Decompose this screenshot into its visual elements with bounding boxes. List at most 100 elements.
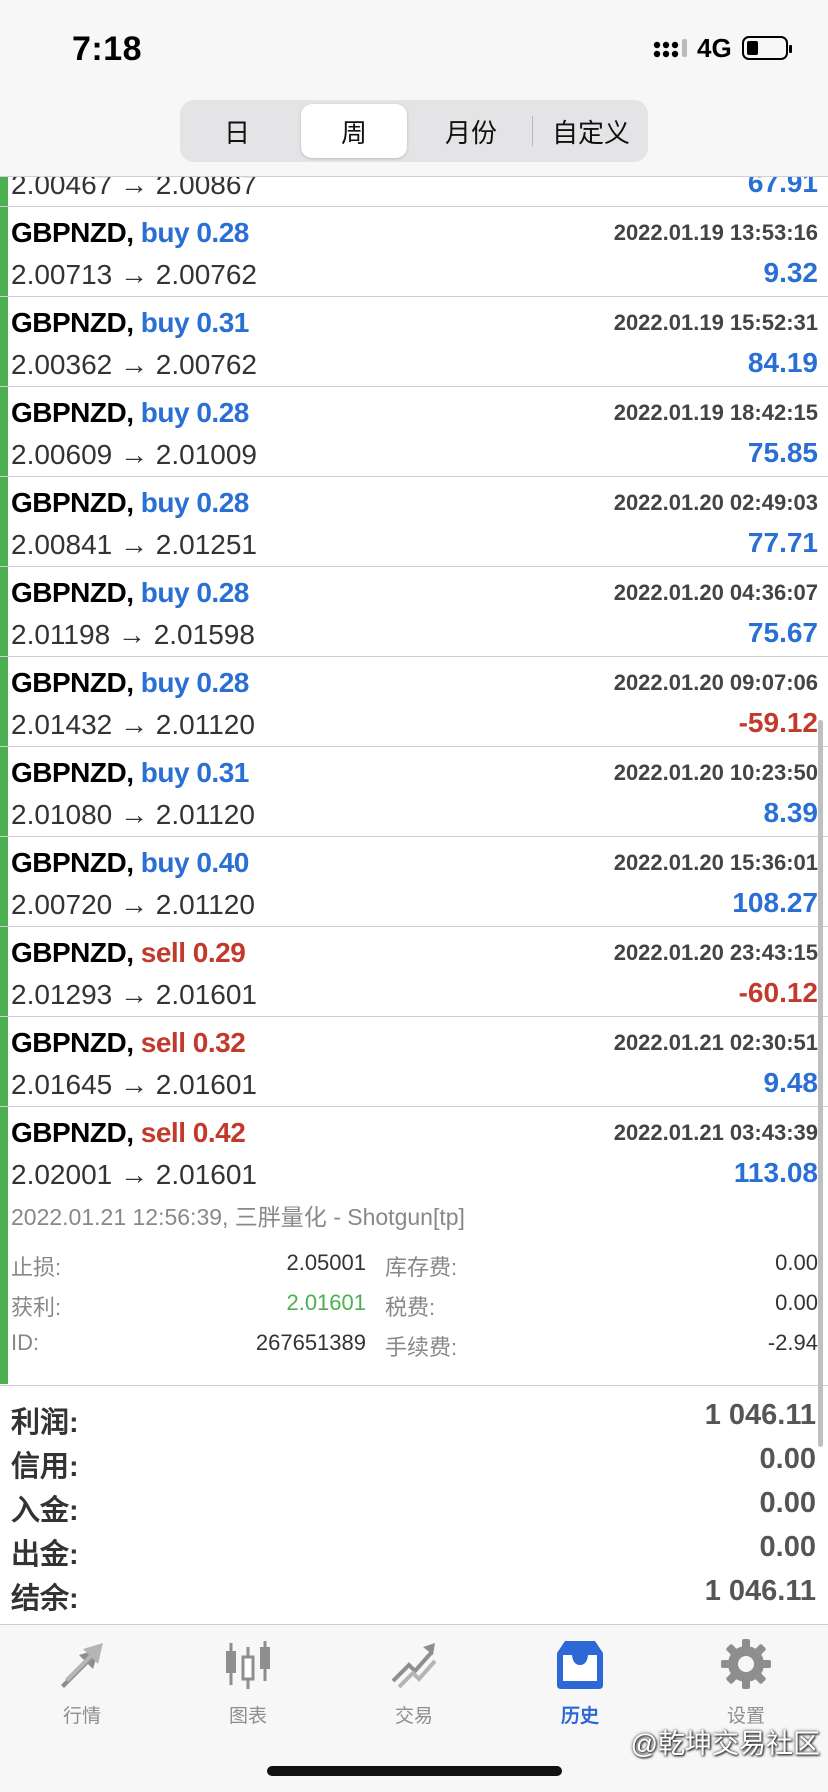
list-item-expanded[interactable]: GBPNZD, sell 0.42 2022.01.21 03:43:39 2.… bbox=[0, 1107, 828, 1197]
list-item[interactable]: GBPNZD, buy 0.28 2022.01.20 02:49:03 2.0… bbox=[0, 477, 828, 567]
tab-chart[interactable]: 图表 bbox=[188, 1637, 308, 1737]
trade-profit: 75.85 bbox=[747, 437, 818, 468]
segment-divider bbox=[532, 116, 533, 146]
tab-history[interactable]: 历史 bbox=[520, 1637, 640, 1737]
tab-week[interactable]: 周 bbox=[301, 104, 407, 158]
symbol: GBPNZD, bbox=[11, 1117, 134, 1148]
tab-trade[interactable]: 交易 bbox=[354, 1637, 474, 1737]
summary-balance: 结余: 1 046.11 bbox=[11, 1575, 816, 1615]
home-indicator[interactable] bbox=[267, 1766, 562, 1776]
trade-date: 2022.01.19 18:42:15 bbox=[613, 400, 818, 425]
quotes-icon bbox=[61, 1643, 103, 1688]
trade-detail: 2022.01.21 12:56:39, 三胖量化 - Shotgun[tp] … bbox=[0, 1190, 828, 1386]
trade-side: buy bbox=[140, 307, 190, 338]
trade-date: 2022.01.21 02:30:51 bbox=[613, 1030, 818, 1055]
trade-side: buy bbox=[140, 217, 190, 248]
trade-profit: -59.12 bbox=[738, 707, 818, 738]
trade-volume: 0.31 bbox=[196, 757, 249, 788]
trade-date: 2022.01.19 15:52:31 bbox=[613, 310, 818, 335]
summary-credit: 信用: 0.00 bbox=[11, 1443, 816, 1483]
trade-date: 2022.01.20 04:36:07 bbox=[613, 580, 818, 605]
scrollbar[interactable] bbox=[818, 720, 823, 1447]
fee-value: -2.94 bbox=[767, 1330, 818, 1355]
symbol: GBPNZD, bbox=[11, 217, 134, 248]
battery-icon bbox=[742, 36, 792, 60]
trade-side: buy bbox=[140, 757, 190, 788]
trade-profit: 9.48 bbox=[763, 1067, 819, 1098]
list-item[interactable]: GBPNZD, buy 0.31 2022.01.20 10:23:50 2.0… bbox=[0, 747, 828, 837]
trade-prices: 2.01198 → 2.01598 bbox=[11, 619, 255, 650]
symbol: GBPNZD, bbox=[11, 487, 134, 518]
stop-loss-label: 止损: bbox=[11, 1255, 62, 1280]
trade-profit: 8.39 bbox=[763, 797, 819, 828]
history-screen: 7:18 4G 日 周 月份 自定义 2.00467 → 2.00867 67.… bbox=[0, 0, 828, 1792]
tab-day[interactable]: 日 bbox=[184, 104, 290, 158]
clock: 7:18 bbox=[72, 30, 143, 68]
trade-date: 2022.01.20 10:23:50 bbox=[613, 760, 818, 785]
list-item[interactable]: GBPNZD, sell 0.29 2022.01.20 23:43:15 2.… bbox=[0, 927, 828, 1017]
trade-profit: 113.08 bbox=[733, 1157, 818, 1188]
trade-profit: 9.32 bbox=[763, 257, 819, 288]
signal-icon bbox=[653, 39, 687, 58]
trade-profit: 77.71 bbox=[747, 527, 818, 558]
list-item[interactable]: GBPNZD, buy 0.28 2022.01.19 18:42:15 2.0… bbox=[0, 387, 828, 477]
trade-volume: 0.29 bbox=[192, 937, 246, 968]
summary: 利润: 1 046.11 信用: 0.00 入金: 0.00 出金: 0.00 … bbox=[0, 1387, 828, 1624]
trade-profit: 108.27 bbox=[732, 887, 818, 918]
watermark: @乾坤交易社区 bbox=[630, 1729, 820, 1759]
trade-date: 2022.01.20 23:43:15 bbox=[613, 940, 818, 965]
trade-volume: 0.28 bbox=[196, 217, 249, 248]
symbol: GBPNZD, bbox=[11, 847, 134, 878]
trade-prices: 2.01432 → 2.01120 bbox=[11, 709, 255, 740]
trade-side: sell bbox=[140, 1117, 186, 1148]
summary-deposit: 入金: 0.00 bbox=[11, 1487, 816, 1527]
trade-profit: -60.12 bbox=[738, 977, 818, 1008]
swap-label: 库存费: bbox=[385, 1255, 458, 1280]
id-label: ID: bbox=[11, 1330, 40, 1355]
trade-prices: 2.01293 → 2.01601 bbox=[11, 979, 257, 1010]
list-item[interactable]: GBPNZD, buy 0.28 2022.01.20 04:36:07 2.0… bbox=[0, 567, 828, 657]
list-item[interactable]: GBPNZD, sell 0.32 2022.01.21 02:30:51 2.… bbox=[0, 1017, 828, 1107]
list-item[interactable]: GBPNZD, buy 0.28 2022.01.20 09:07:06 2.0… bbox=[0, 657, 828, 747]
trade-date: 2022.01.20 09:07:06 bbox=[613, 670, 818, 695]
symbol: GBPNZD, bbox=[11, 307, 134, 338]
trade-side: sell bbox=[140, 1027, 186, 1058]
trade-prices: 2.02001 → 2.01601 bbox=[11, 1159, 257, 1190]
trade-date: 2022.01.21 03:43:39 bbox=[613, 1120, 818, 1145]
trade-volume: 0.28 bbox=[196, 577, 249, 608]
tab-month[interactable]: 月份 bbox=[418, 104, 524, 158]
tab-quotes[interactable]: 行情 bbox=[22, 1637, 142, 1737]
tax-value: 0.00 bbox=[775, 1290, 818, 1315]
trade-volume: 0.28 bbox=[196, 487, 249, 518]
trade-side: buy bbox=[140, 397, 190, 428]
status-bar: 7:18 4G bbox=[0, 0, 828, 96]
trade-profit: 84.19 bbox=[747, 347, 818, 378]
trade-date: 2022.01.20 15:36:01 bbox=[613, 850, 818, 875]
fee-label: 手续费: bbox=[385, 1335, 458, 1360]
trade-side: buy bbox=[140, 667, 190, 698]
list-item[interactable]: GBPNZD, buy 0.31 2022.01.19 15:52:31 2.0… bbox=[0, 297, 828, 387]
settings-icon bbox=[721, 1639, 771, 1689]
stop-loss-value: 2.05001 bbox=[286, 1250, 366, 1275]
trade-volume: 0.32 bbox=[192, 1027, 246, 1058]
trade-prices: 2.00713 → 2.00762 bbox=[11, 259, 257, 290]
chart-icon bbox=[226, 1641, 270, 1689]
tab-custom[interactable]: 自定义 bbox=[538, 104, 644, 158]
trade-volume: 0.31 bbox=[196, 307, 249, 338]
period-segmented-control: 日 周 月份 自定义 bbox=[180, 100, 648, 162]
id-value: 267651389 bbox=[255, 1330, 366, 1355]
history-list[interactable]: 2.00467 → 2.00867 67.91 GBPNZD, buy 0.28… bbox=[0, 177, 828, 1624]
trade-prices: 2.00841 → 2.01251 bbox=[11, 529, 257, 560]
trade-prices: 2.01080 → 2.01120 bbox=[11, 799, 255, 830]
trade-prices: 2.00609 → 2.01009 bbox=[11, 439, 257, 470]
list-item[interactable]: GBPNZD, buy 0.40 2022.01.20 15:36:01 2.0… bbox=[0, 837, 828, 927]
list-item[interactable]: 2.00467 → 2.00867 67.91 bbox=[0, 177, 828, 207]
symbol: GBPNZD, bbox=[11, 1027, 134, 1058]
take-profit-value: 2.01601 bbox=[286, 1290, 366, 1315]
list-item[interactable]: GBPNZD, buy 0.28 2022.01.19 13:53:16 2.0… bbox=[0, 207, 828, 297]
symbol: GBPNZD, bbox=[11, 667, 134, 698]
swap-value: 0.00 bbox=[775, 1250, 818, 1275]
trade-date: 2022.01.20 02:49:03 bbox=[613, 490, 818, 515]
trade-volume: 0.28 bbox=[196, 397, 249, 428]
trade-prices: 2.01645 → 2.01601 bbox=[11, 1069, 257, 1100]
